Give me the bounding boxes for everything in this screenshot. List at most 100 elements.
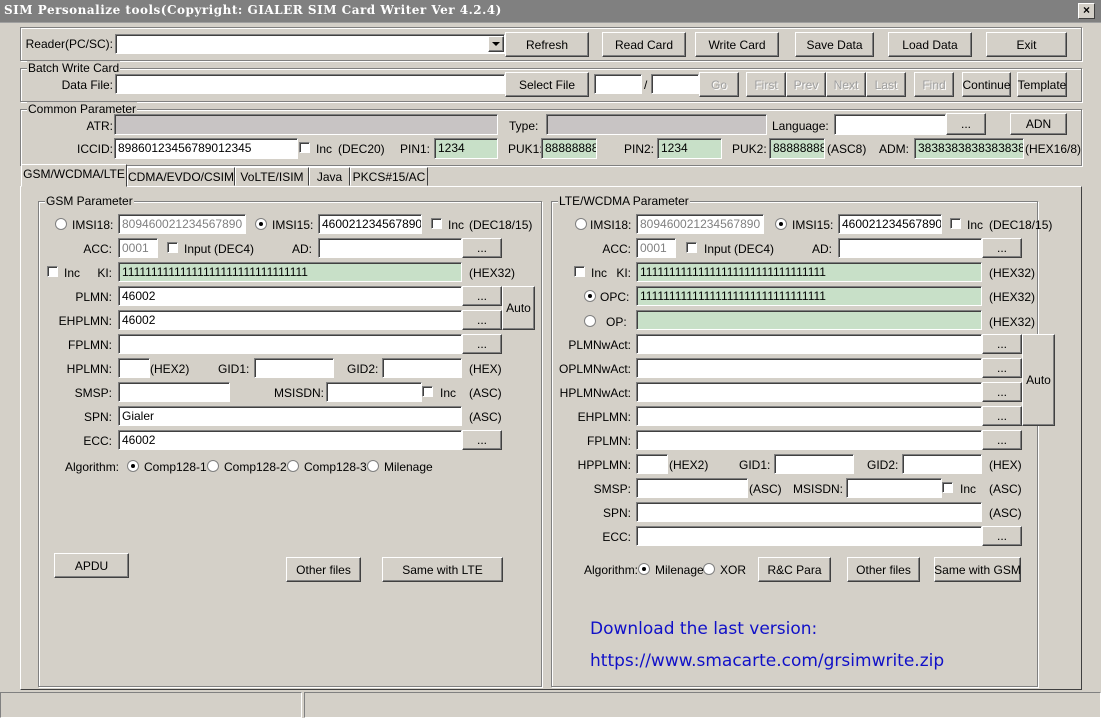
lte-opc-input[interactable]: 11111111111111111111111111111111: [636, 286, 982, 306]
gsm-ad-input[interactable]: [318, 238, 462, 258]
gsm-auto-button[interactable]: Auto: [502, 286, 535, 330]
pin2-input[interactable]: 1234: [657, 138, 722, 159]
exit-button[interactable]: Exit: [986, 32, 1067, 57]
lte-imsi15-radio[interactable]: [775, 218, 787, 230]
lte-opc-radio[interactable]: [584, 290, 596, 302]
gsm-algo-comp128-1-radio[interactable]: [127, 460, 139, 472]
gsm-algo-comp128-3-radio[interactable]: [287, 460, 299, 472]
gsm-imsi15-radio[interactable]: [255, 218, 267, 230]
next-button[interactable]: Next: [826, 72, 866, 97]
gsm-imsi15-input[interactable]: 460021234567890: [318, 214, 422, 234]
iccid-inc-checkbox[interactable]: [299, 142, 310, 153]
find-button[interactable]: Find: [914, 72, 954, 97]
lte-algo-xor-radio[interactable]: [703, 563, 715, 575]
gsm-fplmn-button[interactable]: ...: [462, 334, 502, 354]
lte-op-input[interactable]: [636, 310, 982, 330]
first-button[interactable]: First: [746, 72, 786, 97]
lte-plmnwact-input[interactable]: [636, 334, 982, 354]
pin1-input[interactable]: 1234: [434, 138, 498, 159]
gsm-msisdn-input[interactable]: [326, 382, 422, 402]
language-picker-button[interactable]: ...: [946, 113, 986, 135]
gsm-acc-input[interactable]: 0001: [118, 238, 158, 258]
lte-auto-button[interactable]: Auto: [1022, 334, 1055, 426]
gsm-msisdn-inc-checkbox[interactable]: [422, 386, 433, 397]
lte-imsi-inc-checkbox[interactable]: [950, 218, 961, 229]
lte-oplmnwact-button[interactable]: ...: [982, 358, 1022, 378]
lte-ecc-button[interactable]: ...: [982, 526, 1022, 546]
rc-para-button[interactable]: R&C Para: [758, 557, 831, 582]
gsm-gid2-input[interactable]: [382, 358, 462, 378]
lte-ehplmn-button[interactable]: ...: [982, 406, 1022, 426]
gsm-imsi18-radio[interactable]: [55, 218, 67, 230]
lte-other-files-button[interactable]: Other files: [847, 557, 920, 582]
lte-ehplmn-input[interactable]: [636, 406, 982, 426]
lte-spn-input[interactable]: [636, 502, 982, 522]
lte-hplmnwact-button[interactable]: ...: [982, 382, 1022, 402]
gsm-gid1-input[interactable]: [254, 358, 334, 378]
tab-pkcs15-ac[interactable]: PKCS#15/AC: [350, 167, 428, 186]
lte-fplmn-input[interactable]: [636, 430, 982, 450]
refresh-button[interactable]: Refresh: [505, 32, 589, 57]
gsm-smsp-input[interactable]: [118, 382, 230, 402]
gsm-ehplmn-input[interactable]: 46002: [118, 310, 462, 330]
language-input[interactable]: [834, 114, 946, 135]
lte-ki-input[interactable]: 11111111111111111111111111111111: [636, 262, 982, 282]
continue-button[interactable]: Continue: [962, 72, 1011, 97]
tab-gsm-wcdma-lte[interactable]: GSM/WCDMA/LTE: [21, 164, 127, 187]
page-total-input[interactable]: [651, 74, 699, 94]
gsm-spn-input[interactable]: Gialer: [118, 406, 462, 426]
reader-dropdown-button[interactable]: [488, 36, 504, 52]
gsm-ehplmn-button[interactable]: ...: [462, 310, 502, 330]
select-file-button[interactable]: Select File: [505, 72, 589, 97]
lte-fplmn-button[interactable]: ...: [982, 430, 1022, 450]
gsm-imsi18-input[interactable]: 809460021234567890: [118, 214, 246, 234]
lte-msisdn-input[interactable]: [846, 478, 942, 498]
gsm-fplmn-input[interactable]: [118, 334, 462, 354]
gsm-algo-comp128-2-radio[interactable]: [207, 460, 219, 472]
lte-ecc-input[interactable]: [636, 526, 982, 546]
iccid-input[interactable]: 89860123456789012345: [114, 138, 298, 159]
template-button[interactable]: Template: [1017, 72, 1067, 97]
lte-gid2-input[interactable]: [902, 454, 982, 474]
adm-input[interactable]: 3838383838383838: [914, 138, 1024, 159]
gsm-acc-input-checkbox[interactable]: [167, 242, 178, 253]
gsm-ki-input[interactable]: 11111111111111111111111111111111: [118, 262, 462, 282]
lte-algo-milenage-radio[interactable]: [638, 563, 650, 575]
puk2-input[interactable]: 88888888: [769, 138, 825, 159]
reader-select[interactable]: [115, 34, 505, 54]
download-link[interactable]: https://www.smacarte.com/grsimwrite.zip: [590, 651, 944, 671]
data-file-input[interactable]: [115, 74, 505, 94]
last-button[interactable]: Last: [866, 72, 906, 97]
lte-plmnwact-button[interactable]: ...: [982, 334, 1022, 354]
write-card-button[interactable]: Write Card: [695, 32, 779, 57]
gsm-ad-button[interactable]: ...: [462, 238, 502, 258]
gsm-hplmn-input[interactable]: [118, 358, 150, 378]
same-with-gsm-button[interactable]: Same with GSM: [934, 557, 1021, 582]
page-current-input[interactable]: [594, 74, 642, 94]
read-card-button[interactable]: Read Card: [602, 32, 686, 57]
gsm-algo-milenage-radio[interactable]: [367, 460, 379, 472]
gsm-plmn-input[interactable]: 46002: [118, 286, 462, 306]
lte-ad-button[interactable]: ...: [982, 238, 1022, 258]
gsm-ecc-button[interactable]: ...: [462, 430, 502, 450]
tab-volte-isim[interactable]: VoLTE/ISIM: [235, 167, 309, 186]
gsm-plmn-button[interactable]: ...: [462, 286, 502, 306]
gsm-ki-inc-checkbox[interactable]: [47, 266, 58, 277]
gsm-imsi-inc-checkbox[interactable]: [431, 218, 442, 229]
puk1-input[interactable]: 88888888: [541, 138, 597, 159]
lte-smsp-input[interactable]: [636, 478, 748, 498]
prev-button[interactable]: Prev: [786, 72, 826, 97]
lte-hplmnwact-input[interactable]: [636, 382, 982, 402]
apdu-button[interactable]: APDU: [54, 553, 129, 578]
lte-ad-input[interactable]: [838, 238, 982, 258]
lte-oplmnwact-input[interactable]: [636, 358, 982, 378]
load-data-button[interactable]: Load Data: [888, 32, 972, 57]
lte-hpplmn-input[interactable]: [636, 454, 668, 474]
lte-acc-input-checkbox[interactable]: [686, 242, 697, 253]
lte-gid1-input[interactable]: [774, 454, 854, 474]
lte-msisdn-inc-checkbox[interactable]: [942, 482, 953, 493]
tab-java[interactable]: Java: [309, 167, 350, 186]
lte-ki-inc-checkbox[interactable]: [574, 266, 585, 277]
same-with-lte-button[interactable]: Same with LTE: [382, 557, 503, 582]
lte-acc-input[interactable]: 0001: [636, 238, 676, 258]
